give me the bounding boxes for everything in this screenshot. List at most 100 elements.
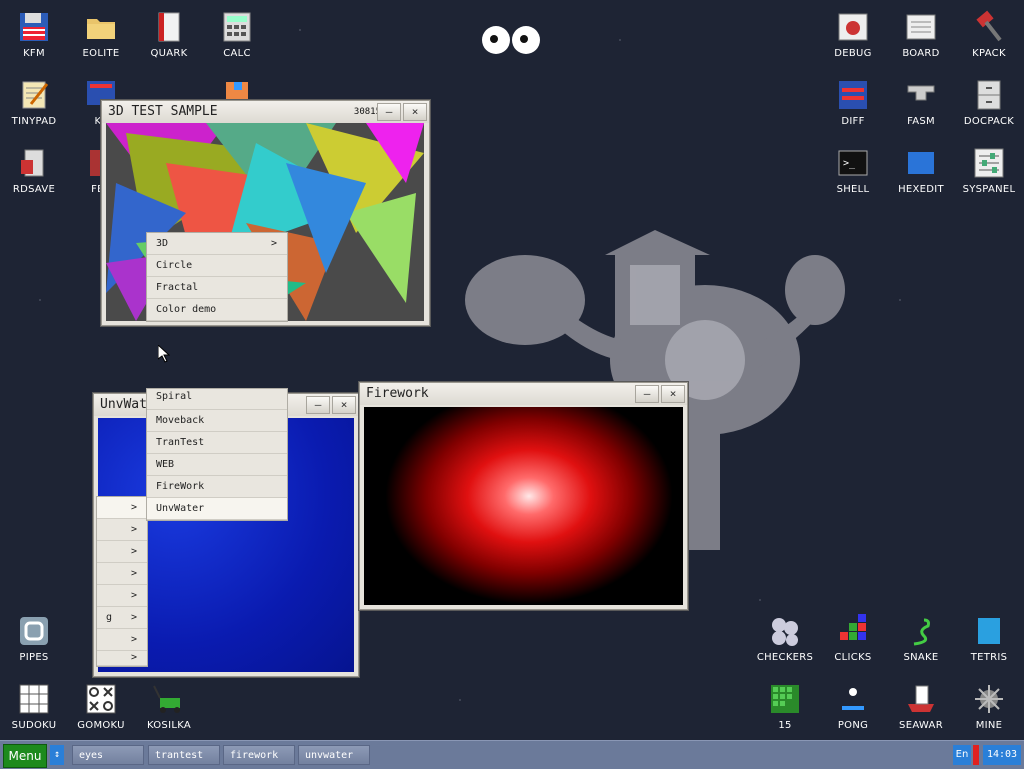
menu-item-trantest[interactable]: TranTest	[147, 432, 287, 454]
cube-icon	[226, 82, 248, 100]
desktop-icon-diff[interactable]: DIFF	[819, 78, 887, 127]
sliders-icon	[974, 148, 1004, 178]
menu-item-circle[interactable]: Circle	[147, 255, 287, 277]
desktop-icon-gomoku[interactable]: GOMOKU	[67, 682, 135, 731]
menu-item-3d[interactable]: 3D >	[147, 233, 287, 255]
submenu-item[interactable]: g >	[97, 607, 147, 629]
seawar-icon	[908, 685, 934, 712]
icon-label: RDSAVE	[12, 184, 56, 195]
desktop-icon-clicks[interactable]: CLICKS	[819, 614, 887, 663]
submenu-item[interactable]: >	[97, 651, 147, 666]
window-titlebar[interactable]: 3D TEST SAMPLE 30815 — ×	[102, 101, 429, 123]
pong-icon	[842, 688, 864, 710]
chevron-right-icon: >	[130, 568, 137, 579]
task-button-trantest[interactable]: trantest	[148, 745, 220, 765]
language-indicator[interactable]: En	[953, 745, 971, 765]
icon-label: CLICKS	[834, 652, 872, 663]
menu-button[interactable]: Menu	[3, 744, 47, 768]
close-button[interactable]: ×	[403, 103, 427, 121]
desktop-icon-syspanel[interactable]: SYSPANEL	[955, 146, 1023, 195]
desktop-icon-15[interactable]: 15	[751, 682, 819, 731]
submenu-item[interactable]: >	[97, 629, 147, 651]
context-menu-bottom[interactable]: Spiral Moveback TranTest WEB FireWork Un…	[146, 388, 288, 521]
submenu-item[interactable]: >	[97, 563, 147, 585]
firework-canvas[interactable]	[364, 407, 683, 605]
menu-item-web[interactable]: WEB	[147, 454, 287, 476]
window-firework[interactable]: Firework — ×	[359, 382, 688, 610]
task-button-unvwater[interactable]: unvwater	[298, 745, 370, 765]
desktop-icon-tinypad[interactable]: TINYPAD	[0, 78, 68, 127]
checkers-icon	[772, 618, 798, 646]
desktop-icon-kpack[interactable]: KPACK	[955, 10, 1023, 59]
desktop-icon-fasm[interactable]: FASM	[887, 78, 955, 127]
task-button-firework[interactable]: firework	[223, 745, 295, 765]
chevron-right-icon: >	[130, 652, 137, 663]
desktop-icon-mine[interactable]: MINE	[955, 682, 1023, 731]
hex-icon	[908, 152, 934, 174]
desktop-icon-kosilka[interactable]: KOSILKA	[135, 682, 203, 731]
context-menu-top[interactable]: 3D > Circle Fractal Color demo	[146, 232, 288, 322]
minimize-button[interactable]: —	[635, 385, 659, 403]
desktop-icon-docpack[interactable]: DOCPACK	[955, 78, 1023, 127]
submenu-item[interactable]: >	[97, 519, 147, 541]
desktop-icon-tetris[interactable]: TETRIS	[955, 614, 1023, 663]
close-button[interactable]: ×	[661, 385, 685, 403]
desktop-icon-kfm[interactable]: KFM	[0, 10, 68, 59]
gomoku-icon	[86, 684, 116, 714]
desktop-icon-sudoku[interactable]: SUDOKU	[0, 682, 68, 731]
window-title: Firework	[366, 386, 429, 401]
submenu-item[interactable]: >	[97, 497, 147, 519]
icon-label: PIPES	[19, 652, 49, 663]
icon-label: HEXEDIT	[898, 184, 944, 195]
icon-label: KOSILKA	[146, 720, 192, 731]
desktop-icon-snake[interactable]: SNAKE	[887, 614, 955, 663]
desktop-icon-hexedit[interactable]: HEXEDIT	[887, 146, 955, 195]
menu-item-fractal[interactable]: Fractal	[147, 277, 287, 299]
icon-label: MINE	[975, 720, 1003, 731]
notepad-icon	[22, 81, 49, 109]
window-titlebar[interactable]: Firework — ×	[360, 383, 687, 405]
eyes-widget[interactable]	[482, 26, 542, 54]
desktop-icon-pong[interactable]: PONG	[819, 682, 887, 731]
minimize-button[interactable]: —	[377, 103, 401, 121]
desktop-icon-checkers[interactable]: CHECKERS	[751, 614, 819, 663]
desktop-icon-quark[interactable]: QUARK	[135, 10, 203, 59]
minimize-button[interactable]: —	[306, 396, 330, 414]
desktop-icon-eolite[interactable]: EOLITE	[67, 10, 135, 59]
firework-burst	[384, 407, 674, 605]
side-submenu[interactable]: > > > > > g > > >	[96, 496, 148, 667]
menu-item-moveback[interactable]: Moveback	[147, 410, 287, 432]
task-button-eyes[interactable]: eyes	[72, 745, 144, 765]
chevron-right-icon: >	[130, 524, 137, 535]
clock[interactable]: 14:03	[983, 745, 1021, 765]
desktop-icon-debug[interactable]: DEBUG	[819, 10, 887, 59]
mower-icon	[153, 685, 180, 713]
switch-button[interactable]: ↕	[50, 745, 64, 765]
icon-label: DEBUG	[834, 48, 872, 59]
book-icon	[158, 12, 180, 42]
menu-item-color-demo[interactable]: Color demo	[147, 299, 287, 321]
calculator-icon	[223, 12, 251, 42]
menu-item-unvwater[interactable]: UnvWater	[147, 498, 287, 520]
bug-icon	[838, 13, 868, 41]
menu-item-firework[interactable]: FireWork	[147, 476, 287, 498]
icon-label: FASM	[907, 116, 935, 127]
svg-text:>_: >_	[843, 158, 856, 169]
submenu-item[interactable]: >	[97, 541, 147, 563]
icon-label: DOCPACK	[963, 116, 1015, 127]
battery-indicator	[973, 745, 979, 765]
desktop-icon-board[interactable]: BOARD	[887, 10, 955, 59]
close-button[interactable]: ×	[332, 396, 356, 414]
clicks-icon	[840, 614, 866, 640]
icon-label: SHELL	[836, 184, 870, 195]
desktop-icon-pipes[interactable]: PIPES	[0, 614, 68, 663]
mine-icon	[975, 685, 1003, 713]
desktop-icon-rdsave[interactable]: RDSAVE	[0, 146, 68, 195]
cabinet-icon	[977, 80, 1001, 110]
cursor-icon	[158, 345, 170, 363]
submenu-item[interactable]: >	[97, 585, 147, 607]
menu-item-spiral[interactable]: Spiral	[147, 389, 287, 410]
desktop-icon-calc[interactable]: CALC	[203, 10, 271, 59]
desktop-icon-shell[interactable]: >_ SHELL	[819, 146, 887, 195]
desktop-icon-seawar[interactable]: SEAWAR	[887, 682, 955, 731]
